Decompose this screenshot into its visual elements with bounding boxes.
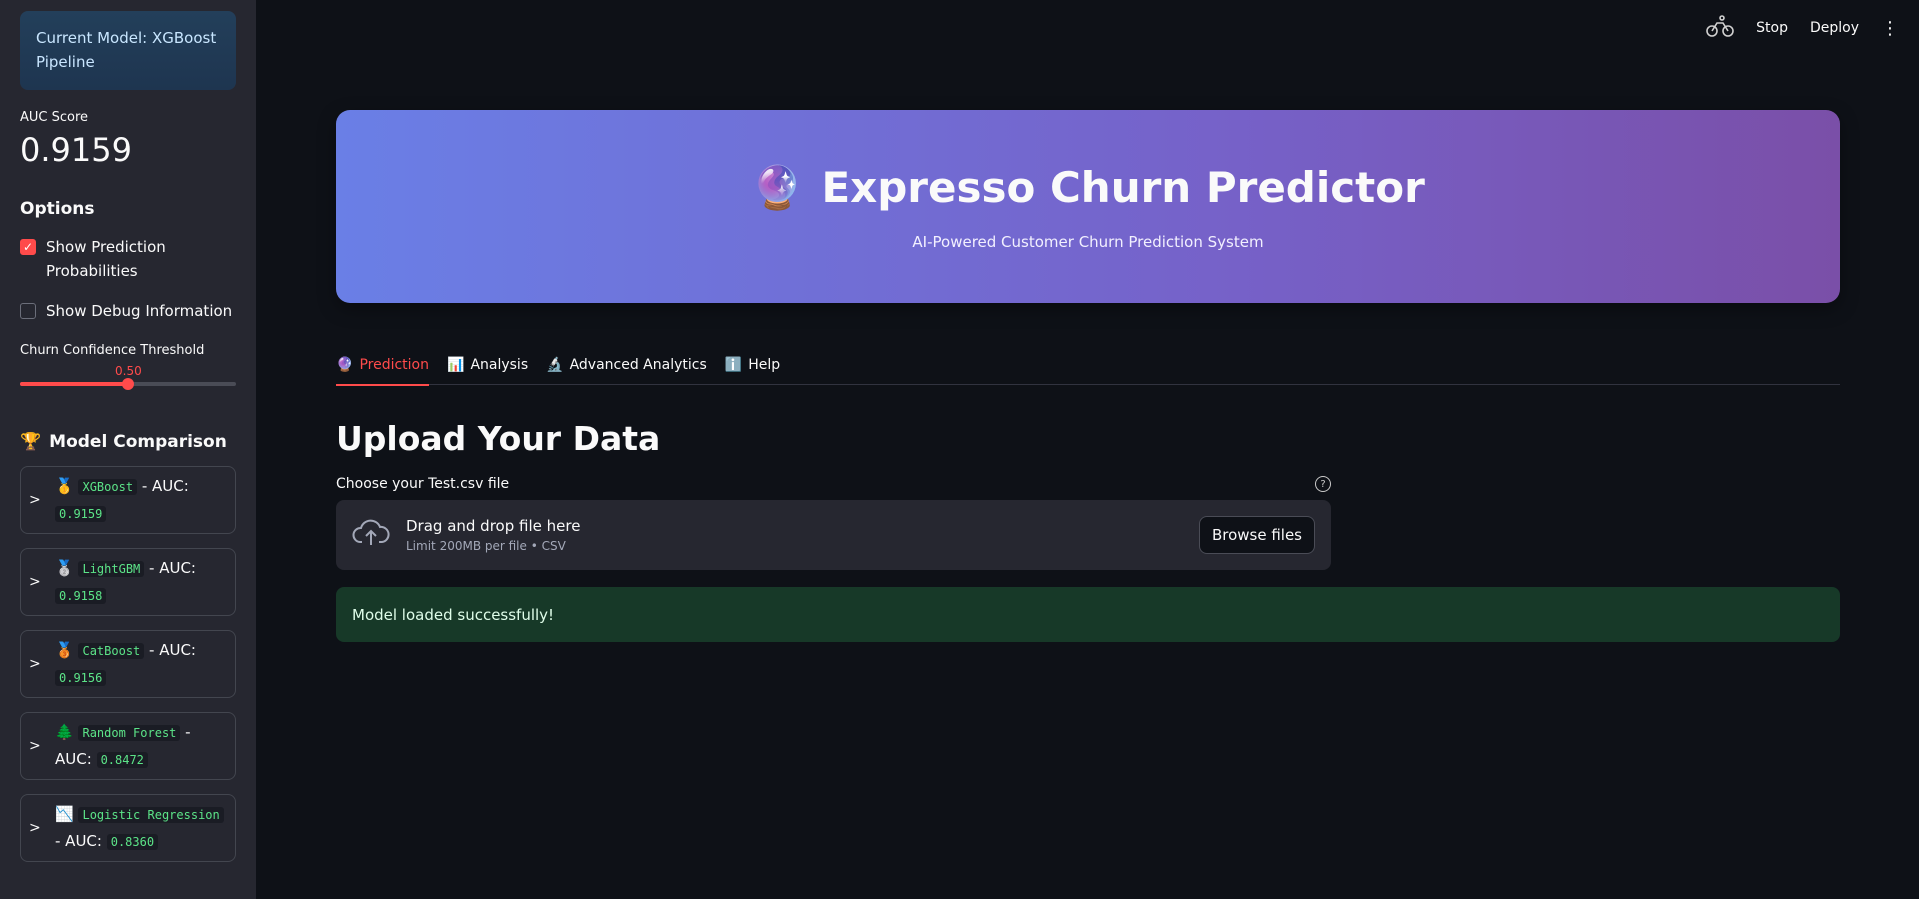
tab-analysis[interactable]: 📊 Analysis: [447, 345, 528, 385]
tab-icon: 📊: [447, 356, 465, 373]
medal-icon: 🥉: [55, 641, 74, 659]
show-debug-label: Show Debug Information: [46, 302, 233, 320]
current-model-box: Current Model: XGBoost Pipeline: [20, 11, 236, 90]
medal-icon: 🥇: [55, 477, 74, 495]
threshold-value: 0.50: [115, 364, 142, 378]
crystal-ball-icon: 🔮: [751, 162, 804, 212]
tab-label: Prediction: [359, 356, 429, 373]
drop-text: Drag and drop file here Limit 200MB per …: [406, 517, 1199, 553]
model-auc-value: 0.9158: [55, 588, 107, 604]
model-expander[interactable]: > 🥈 LightGBM - AUC: 0.9158: [20, 548, 236, 616]
tab-icon: ℹ️: [724, 356, 743, 373]
file-uploader-label: Choose your Test.csv file: [336, 476, 510, 492]
hero-banner: 🔮 Expresso Churn Predictor AI-Powered Cu…: [336, 110, 1840, 303]
model-name: Logistic Regression: [78, 807, 224, 823]
model-comparison-title: 🏆 Model Comparison: [20, 432, 227, 452]
model-expander[interactable]: > 🌲 Random Forest - AUC: 0.8472: [20, 712, 236, 780]
model-summary: 🥉 CatBoost - AUC: 0.9156: [55, 637, 225, 691]
slider-thumb[interactable]: [122, 378, 134, 390]
stop-button[interactable]: Stop: [1756, 20, 1788, 36]
model-summary: 📉 Logistic Regression - AUC: 0.8360: [55, 801, 225, 855]
checkbox-unchecked-icon[interactable]: [20, 303, 36, 319]
browse-files-button[interactable]: Browse files: [1198, 516, 1315, 554]
threshold-slider[interactable]: [20, 378, 236, 390]
model-auc-label: - AUC:: [55, 832, 102, 850]
hero-title: 🔮 Expresso Churn Predictor: [751, 162, 1425, 213]
chevron-right-icon: >: [29, 656, 41, 672]
drop-main-text: Drag and drop file here: [406, 517, 581, 535]
tab-label: Analysis: [470, 356, 529, 373]
kebab-menu-icon[interactable]: ⋮: [1881, 18, 1899, 39]
tab-label: Help: [748, 356, 781, 373]
cloud-upload-icon: [352, 518, 390, 552]
chevron-right-icon: >: [29, 820, 41, 836]
model-auc-value: 0.9156: [55, 670, 107, 686]
model-auc-value: 0.8360: [106, 834, 159, 850]
main-content: 🔮 Expresso Churn Predictor AI-Powered Cu…: [336, 110, 1840, 642]
deploy-button[interactable]: Deploy: [1810, 20, 1859, 36]
hero-subtitle: AI-Powered Customer Churn Prediction Sys…: [912, 232, 1264, 251]
model-summary: 🥇 XGBoost - AUC: 0.9159: [55, 473, 225, 527]
tab-icon: 🔮: [336, 356, 354, 373]
top-bar: Stop Deploy ⋮: [1706, 14, 1899, 42]
tab-label: Advanced Analytics: [569, 356, 707, 373]
checkbox-checked-icon[interactable]: ✓: [20, 239, 36, 255]
model-name: Random Forest: [78, 725, 181, 741]
model-expander[interactable]: > 🥉 CatBoost - AUC: 0.9156: [20, 630, 236, 698]
medal-icon: 📉: [55, 805, 74, 823]
tab-bar: 🔮 Prediction 📊 Analysis 🔬 Advanced Analytics ℹ…: [336, 345, 1840, 386]
medal-icon: 🌲: [55, 723, 74, 741]
trophy-icon: 🏆: [20, 432, 42, 452]
tab-icon: 🔬: [546, 356, 564, 373]
chevron-right-icon: >: [29, 574, 41, 590]
success-alert: Model loaded successfully!: [336, 587, 1840, 642]
chevron-right-icon: >: [29, 492, 41, 508]
model-list: > 🥇 XGBoost - AUC: 0.9159 > 🥈 LightGBM - AU…: [20, 466, 236, 862]
help-icon[interactable]: ?: [1315, 476, 1331, 492]
model-name: XGBoost: [78, 479, 138, 495]
show-probabilities-label: Show Prediction Probabilities: [46, 238, 166, 280]
model-expander[interactable]: > 📉 Logistic Regression - AUC: 0.8360: [20, 794, 236, 862]
model-auc-value: 0.9159: [55, 506, 107, 522]
sidebar: Current Model: XGBoost Pipeline AUC Scor…: [0, 0, 256, 899]
drop-limit-text: Limit 200MB per file • CSV: [406, 539, 566, 553]
slider-fill: [20, 382, 128, 386]
tab-advanced-analytics[interactable]: 🔬 Advanced Analytics: [546, 345, 707, 385]
threshold-label: Churn Confidence Threshold: [20, 343, 205, 358]
model-name: LightGBM: [78, 561, 145, 577]
model-expander[interactable]: > 🥇 XGBoost - AUC: 0.9159: [20, 466, 236, 534]
file-dropzone[interactable]: Drag and drop file here Limit 200MB per …: [336, 500, 1331, 570]
model-summary: 🌲 Random Forest - AUC: 0.8472: [55, 719, 225, 773]
model-summary: 🥈 LightGBM - AUC: 0.9158: [55, 555, 225, 609]
file-uploader-header: Choose your Test.csv file ?: [336, 476, 1331, 492]
options-title: Options: [20, 199, 95, 219]
upload-title: Upload Your Data: [336, 419, 661, 458]
running-man-icon: [1706, 14, 1734, 42]
model-auc-label: - AUC:: [144, 559, 196, 577]
chevron-right-icon: >: [29, 738, 41, 754]
show-debug-checkbox[interactable]: Show Debug Information: [20, 299, 236, 323]
model-auc-label: - AUC:: [144, 641, 196, 659]
model-auc-value: 0.8472: [96, 752, 148, 768]
model-name: CatBoost: [78, 643, 145, 659]
auc-score-label: AUC Score: [20, 110, 89, 125]
model-auc-label: - AUC:: [137, 477, 189, 495]
tab-prediction[interactable]: 🔮 Prediction: [336, 345, 429, 386]
show-probabilities-checkbox[interactable]: ✓ Show Prediction Probabilities: [20, 235, 236, 283]
tab-help[interactable]: ℹ️ Help: [725, 345, 780, 385]
medal-icon: 🥈: [55, 559, 74, 577]
auc-score-value: 0.9159: [20, 131, 132, 169]
